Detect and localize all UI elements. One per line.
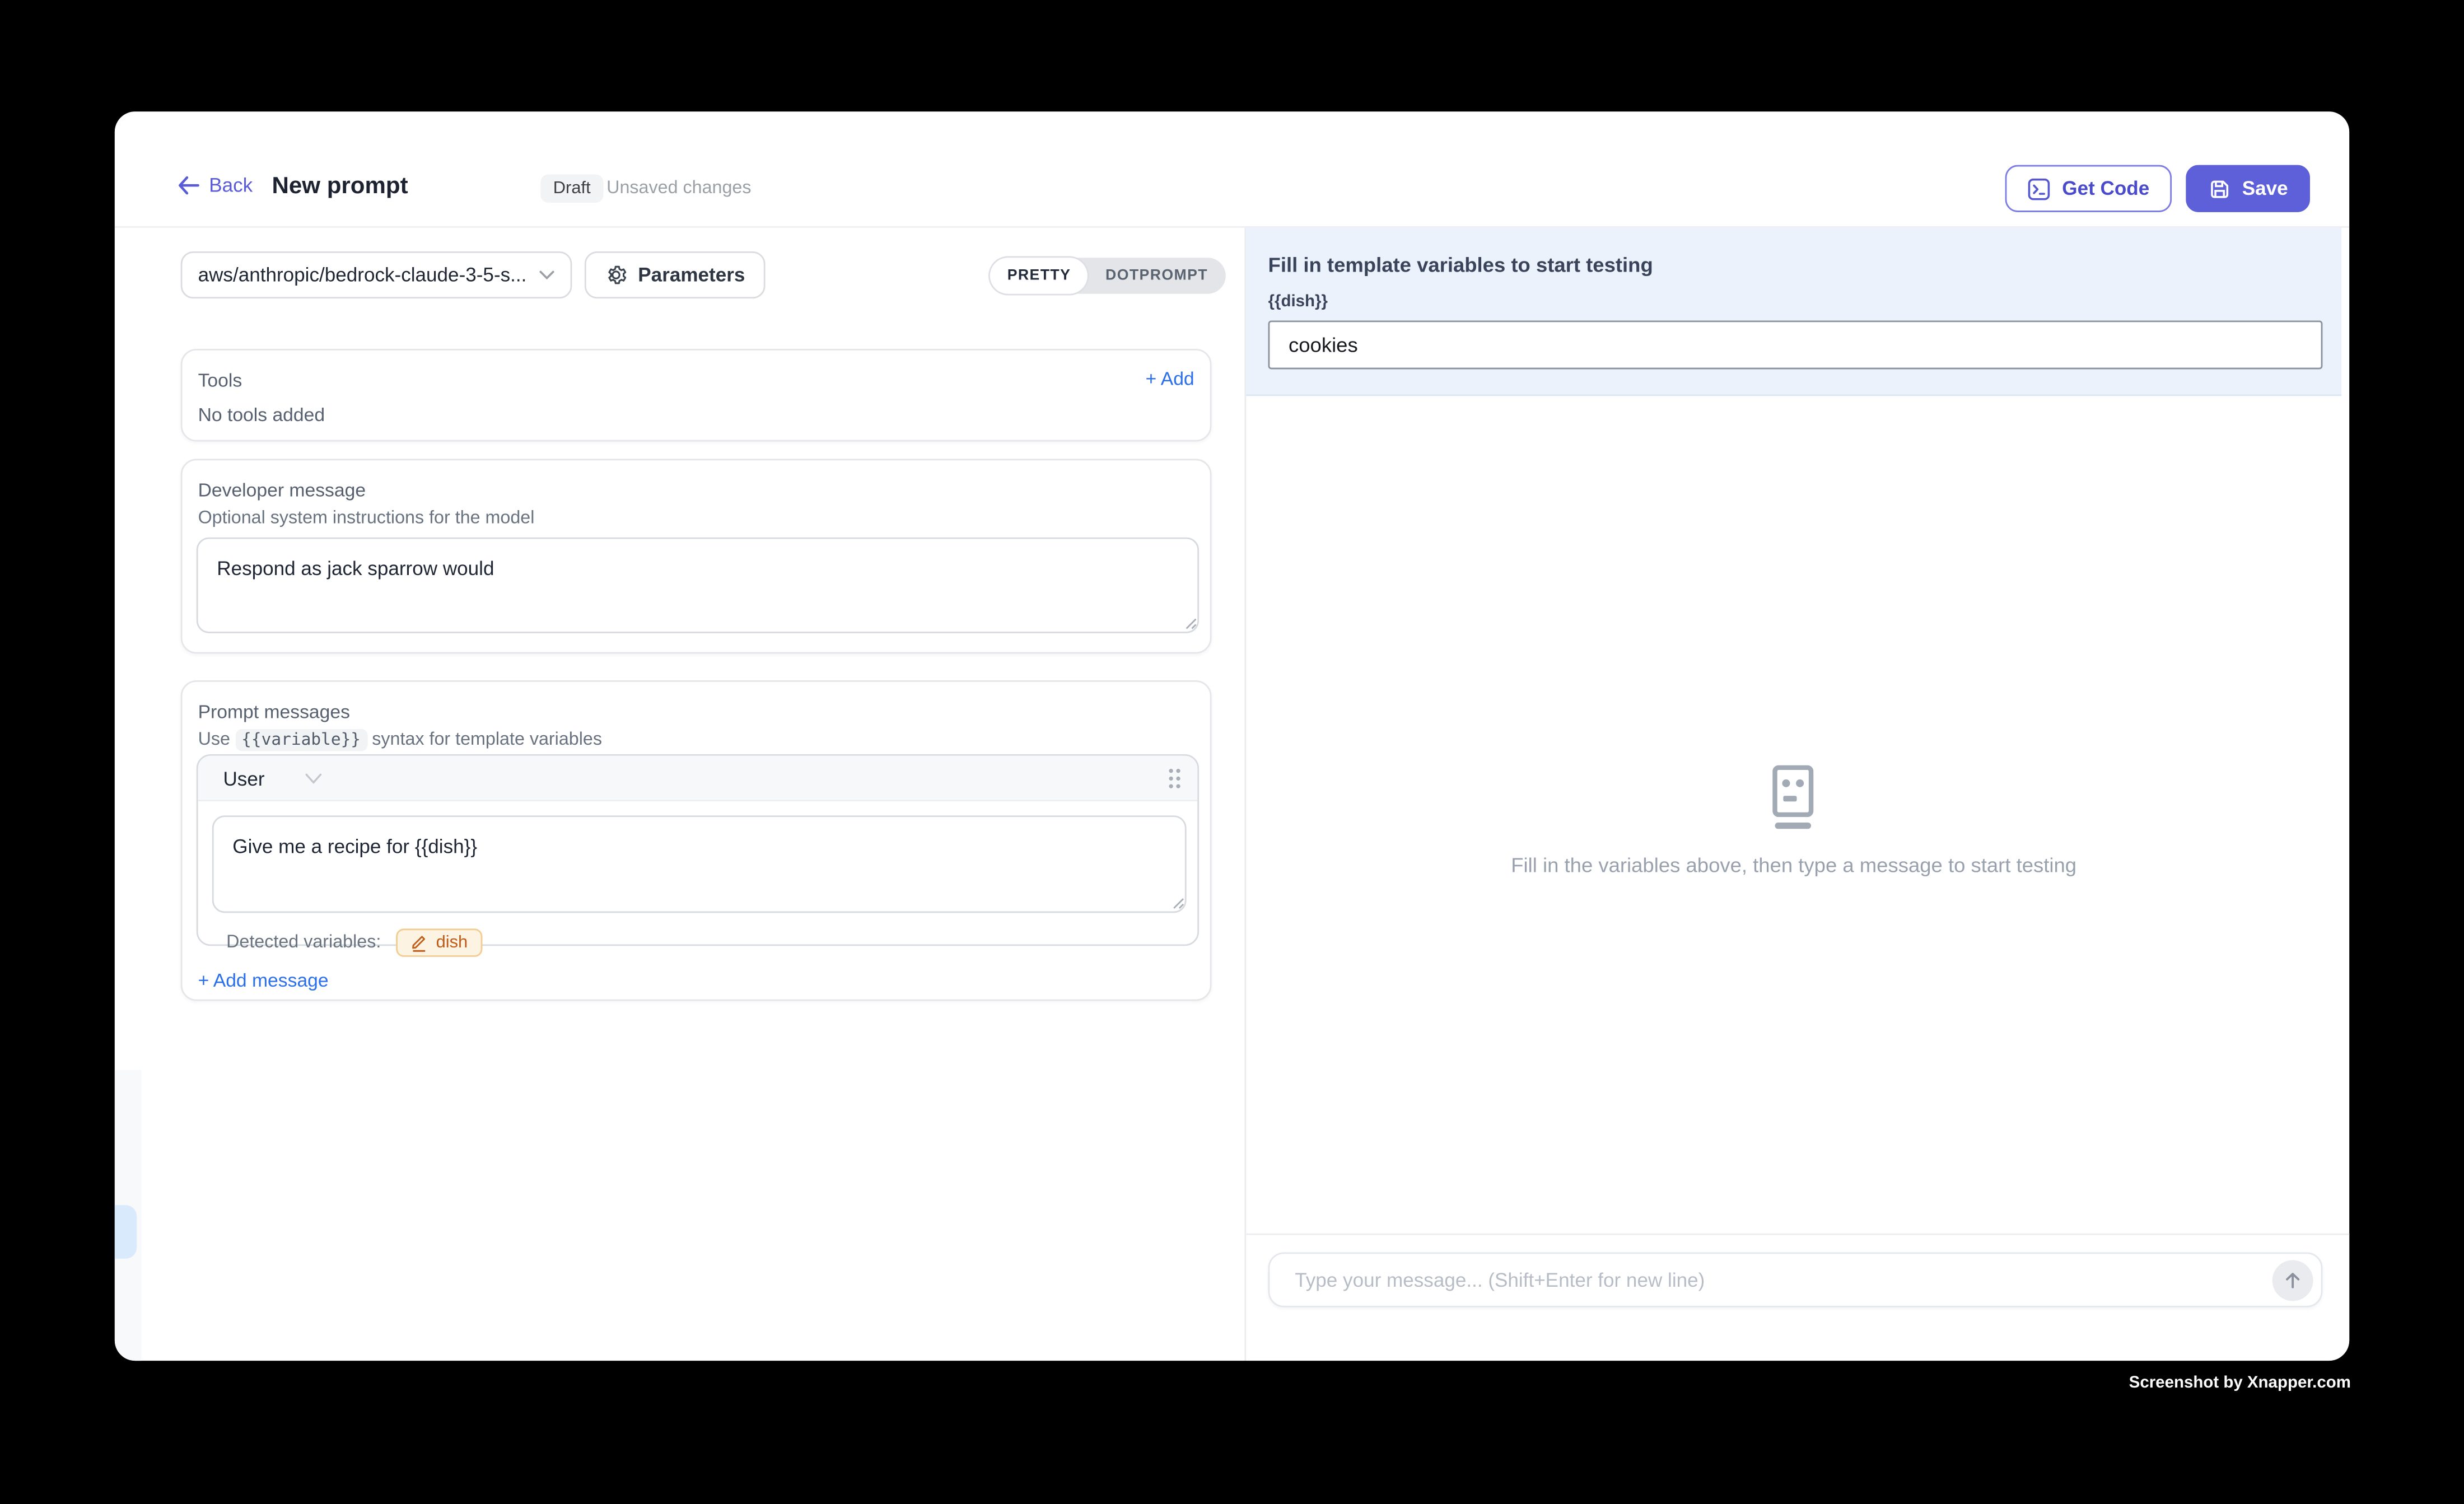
main-area: aws/anthropic/bedrock-claude-3-5-s... Pa… [115, 228, 2349, 1361]
message-block: User Give me a recipe for {{dish}} Detec… [197, 754, 1199, 946]
developer-message-title: Developer message [198, 479, 366, 501]
page-title: New prompt [272, 173, 408, 200]
toggle-option-pretty[interactable]: PRETTY [990, 258, 1088, 294]
format-toggle: PRETTY DOTPROMPT [990, 258, 1225, 294]
back-button[interactable]: Back [178, 174, 253, 196]
prompt-messages-subtitle: Use {{variable}} syntax for template var… [198, 731, 602, 750]
arrow-up-icon [2283, 1271, 2302, 1290]
toggle-option-dotprompt[interactable]: DOTPROMPT [1088, 258, 1225, 294]
template-variables-header: Fill in template variables to start test… [1246, 228, 2341, 396]
detected-variables-label: Detected variables: [226, 933, 381, 952]
tools-title: Tools [198, 369, 242, 391]
developer-message-input[interactable]: Respond as jack sparrow would [197, 538, 1199, 633]
variable-syntax-chip: {{variable}} [235, 729, 367, 751]
watermark-text: Screenshot by Xnapper.com [2129, 1374, 2351, 1393]
variable-value-input[interactable] [1268, 320, 2323, 369]
variable-name-label: {{dish}} [1268, 292, 1328, 311]
variable-chip-label: dish [436, 933, 468, 952]
variable-chip-dish[interactable]: dish [396, 928, 482, 957]
header-actions: Get Code Save [2005, 165, 2310, 212]
developer-message-card: Developer message Optional system instru… [181, 459, 1212, 653]
add-message-button[interactable]: + Add message [198, 969, 329, 991]
back-label: Back [209, 174, 253, 196]
back-arrow-icon [178, 176, 199, 195]
prompt-editor-panel: aws/anthropic/bedrock-claude-3-5-s... Pa… [115, 228, 1245, 1361]
tools-card: Tools + Add No tools added [181, 349, 1212, 442]
subtitle-prefix: Use [198, 731, 230, 750]
pencil-icon [411, 933, 428, 952]
get-code-button[interactable]: Get Code [2005, 165, 2171, 212]
prompt-messages-title: Prompt messages [198, 701, 350, 723]
drag-handle-icon[interactable] [1168, 767, 1182, 790]
tester-empty-text: Fill in the variables above, then type a… [1246, 853, 2341, 877]
send-button[interactable] [2272, 1260, 2313, 1301]
chat-input-bar [1246, 1234, 2349, 1361]
edge-highlight-chip [115, 1205, 137, 1258]
model-selector[interactable]: aws/anthropic/bedrock-claude-3-5-s... [181, 251, 572, 298]
subtitle-suffix: syntax for template variables [372, 731, 602, 750]
detected-variables-row: Detected variables: dish [226, 928, 482, 957]
role-selector[interactable]: User [223, 756, 323, 801]
role-value: User [223, 768, 264, 790]
unsaved-changes-text: Unsaved changes [606, 179, 751, 198]
prompt-messages-card: Prompt messages Use {{variable}} syntax … [181, 680, 1212, 1001]
gear-icon [605, 264, 627, 286]
message-header: User [198, 756, 1198, 801]
top-header: Back New prompt Draft Unsaved changes Ge… [115, 111, 2349, 228]
parameters-label: Parameters [638, 264, 745, 286]
developer-message-subtitle: Optional system instructions for the mod… [198, 509, 535, 528]
parameters-button[interactable]: Parameters [585, 251, 766, 298]
save-button[interactable]: Save [2186, 165, 2310, 212]
save-label: Save [2242, 178, 2288, 199]
draft-status-badge: Draft [540, 174, 603, 203]
chevron-down-icon [306, 773, 323, 784]
chevron-down-icon [539, 270, 554, 280]
chat-input-container [1268, 1252, 2323, 1307]
tester-title: Fill in template variables to start test… [1268, 253, 1653, 277]
tools-empty-text: No tools added [198, 404, 325, 426]
robot-face-icon [1762, 765, 1824, 832]
model-selector-value: aws/anthropic/bedrock-claude-3-5-s... [198, 264, 526, 286]
message-content-input[interactable]: Give me a recipe for {{dish}} [212, 815, 1187, 913]
terminal-icon [2028, 177, 2051, 200]
chat-message-input[interactable] [1270, 1254, 2260, 1306]
app-window: Back New prompt Draft Unsaved changes Ge… [115, 111, 2349, 1361]
save-icon [2208, 177, 2231, 200]
add-tool-button[interactable]: + Add [1146, 368, 1194, 390]
get-code-label: Get Code [2062, 178, 2149, 199]
tester-panel: Fill in template variables to start test… [1244, 228, 2349, 1361]
screenshot-stage: Back New prompt Draft Unsaved changes Ge… [0, 0, 2464, 1503]
